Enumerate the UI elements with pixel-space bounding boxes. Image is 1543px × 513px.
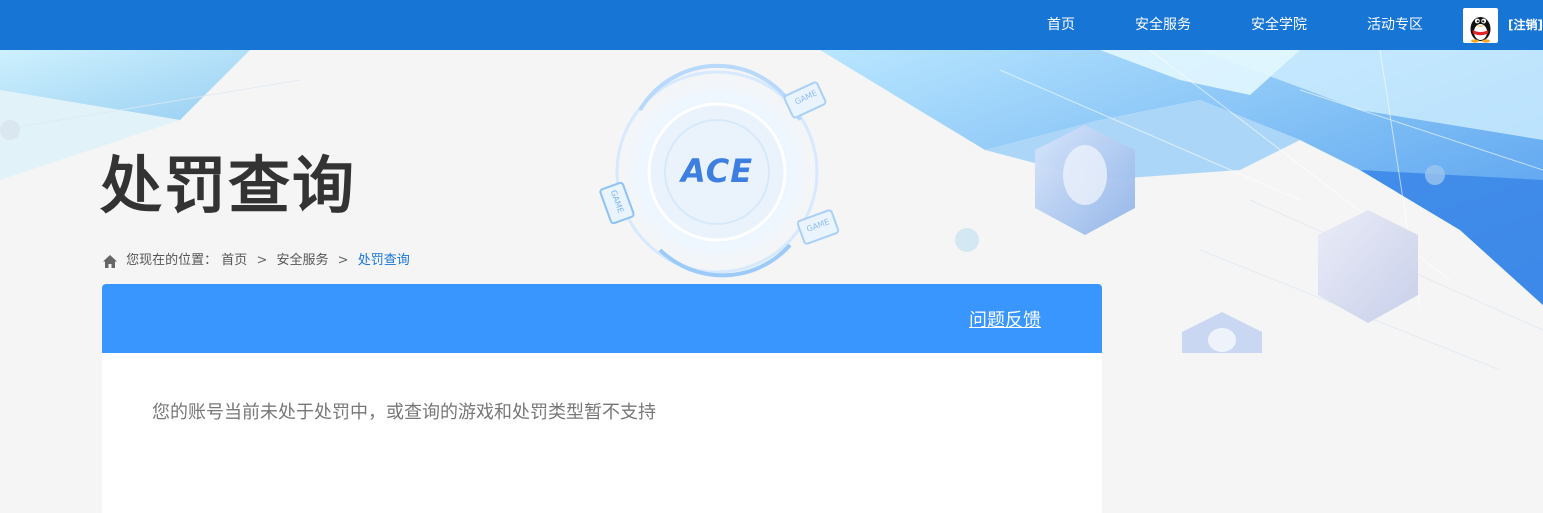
- home-icon: [102, 254, 118, 269]
- nav-home-link[interactable]: 首页: [1047, 0, 1075, 50]
- nav-security-academy-link[interactable]: 安全学院: [1251, 0, 1307, 50]
- qq-penguin-icon: [1470, 17, 1491, 43]
- user-avatar[interactable]: [1463, 8, 1498, 43]
- feedback-link[interactable]: 问题反馈: [969, 306, 1041, 332]
- panel-header: 问题反馈: [102, 284, 1102, 353]
- penalty-status-message: 您的账号当前未处于处罚中，或查询的游戏和处罚类型暂不支持: [152, 402, 656, 423]
- breadcrumb-prefix: 您现在的位置：: [126, 253, 218, 268]
- page-title: 处罚查询: [100, 149, 357, 222]
- breadcrumb: 您现在的位置： 首页 > 安全服务 > 处罚查询: [102, 252, 410, 270]
- logout-link[interactable]: [注销]: [1508, 0, 1543, 50]
- breadcrumb-separator: >: [256, 253, 268, 268]
- breadcrumb-current: 处罚查询: [357, 253, 410, 268]
- nav-security-service-link[interactable]: 安全服务: [1135, 0, 1191, 50]
- breadcrumb-security-service-link[interactable]: 安全服务: [277, 252, 329, 270]
- top-nav: 首页 安全服务 安全学院 活动专区 [注销]: [0, 0, 1543, 50]
- breadcrumb-home-link[interactable]: 首页: [221, 252, 247, 270]
- breadcrumb-separator: >: [337, 253, 349, 268]
- nav-events-link[interactable]: 活动专区: [1367, 0, 1423, 50]
- ace-logo-icon: ACE: [680, 152, 754, 190]
- panel-body: 您的账号当前未处于处罚中，或查询的游戏和处罚类型暂不支持: [102, 353, 1102, 513]
